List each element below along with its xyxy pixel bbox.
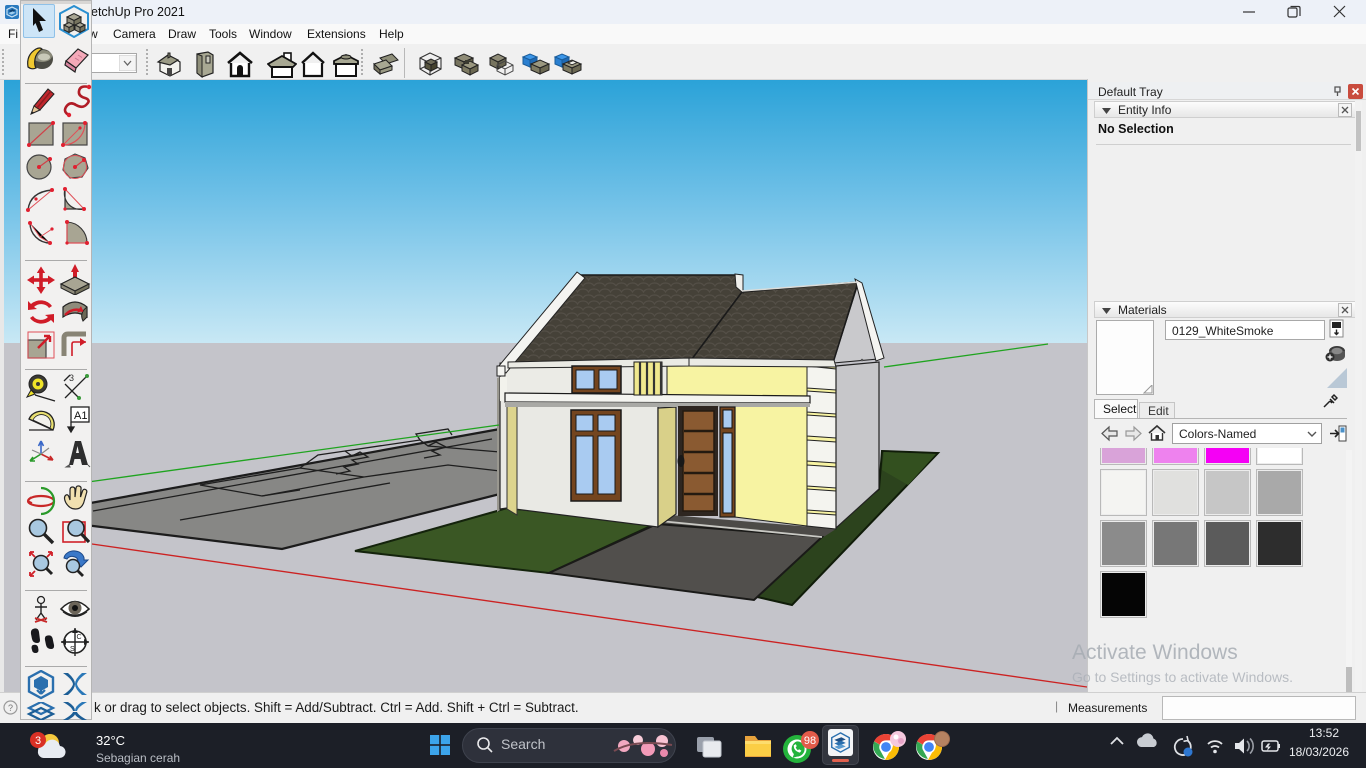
svg-text:32°C: 32°C [96,733,125,748]
svg-text:A1: A1 [74,410,87,422]
svg-text:3: 3 [35,735,41,747]
svg-text:S: S [70,646,75,653]
svg-text:?: ? [8,703,13,713]
svg-text:Sebagian cerah: Sebagian cerah [96,751,180,765]
svg-text:3: 3 [69,373,74,383]
svg-text:98: 98 [804,735,816,747]
svg-text:C: C [77,634,82,641]
